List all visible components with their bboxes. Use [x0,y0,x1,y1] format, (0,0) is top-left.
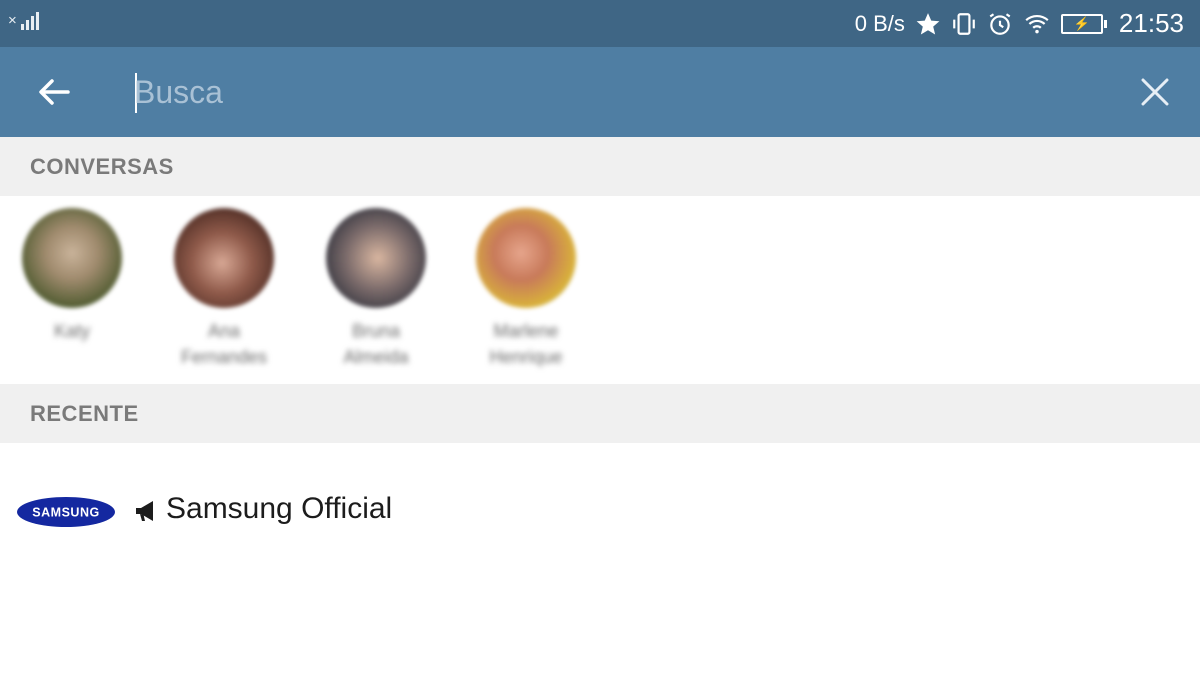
section-header-recent: RECENTE [0,384,1200,443]
wifi-icon [1025,14,1049,33]
avatar [476,208,576,308]
status-bar: × 0 B/s ⚡ 21:53 [0,0,1200,47]
no-sim-icon: × [8,12,17,29]
samsung-logo: SAMSUNG [17,497,115,527]
avatar [174,208,274,308]
clear-search-button[interactable] [1130,71,1180,113]
conversation-item[interactable]: Katy [10,204,134,374]
chat-title: Samsung Official [166,492,393,525]
conversations-strip: Katy Ana Fernandes Bruna Almeida Marlene… [0,196,1200,384]
contact-name: Ana Fernandes [180,321,268,367]
battery-charging-icon: ⚡ [1060,13,1107,34]
avatar [22,208,122,308]
conversation-item[interactable]: Bruna Almeida [314,204,438,374]
network-speed: 0 B/s [854,10,905,36]
section-title: CONVERSAS [30,153,174,179]
contact-name: Marlene Henrique [489,321,563,367]
back-button[interactable] [30,72,78,112]
search-input[interactable] [134,67,1094,117]
section-header-conversations: CONVERSAS [0,137,1200,196]
conversation-item[interactable]: Ana Fernandes [162,204,286,374]
contact-name: Bruna Almeida [343,321,409,367]
signal-icon: × [8,12,39,30]
megaphone-icon [136,501,153,521]
close-icon [1141,78,1169,106]
alarm-icon [989,12,1011,35]
star-icon [916,12,940,35]
clock: 21:53 [1118,8,1184,38]
vibrate-icon [953,12,975,35]
arrow-left-icon [39,79,70,105]
section-title: RECENTE [30,400,139,426]
contact-name: Katy [53,321,91,341]
search-toolbar [0,47,1200,137]
conversation-item[interactable]: Marlene Henrique [464,204,588,374]
recent-chat-row[interactable]: SAMSUNG Samsung Official [0,444,1200,576]
avatar [326,208,426,308]
svg-text:SAMSUNG: SAMSUNG [32,506,99,520]
